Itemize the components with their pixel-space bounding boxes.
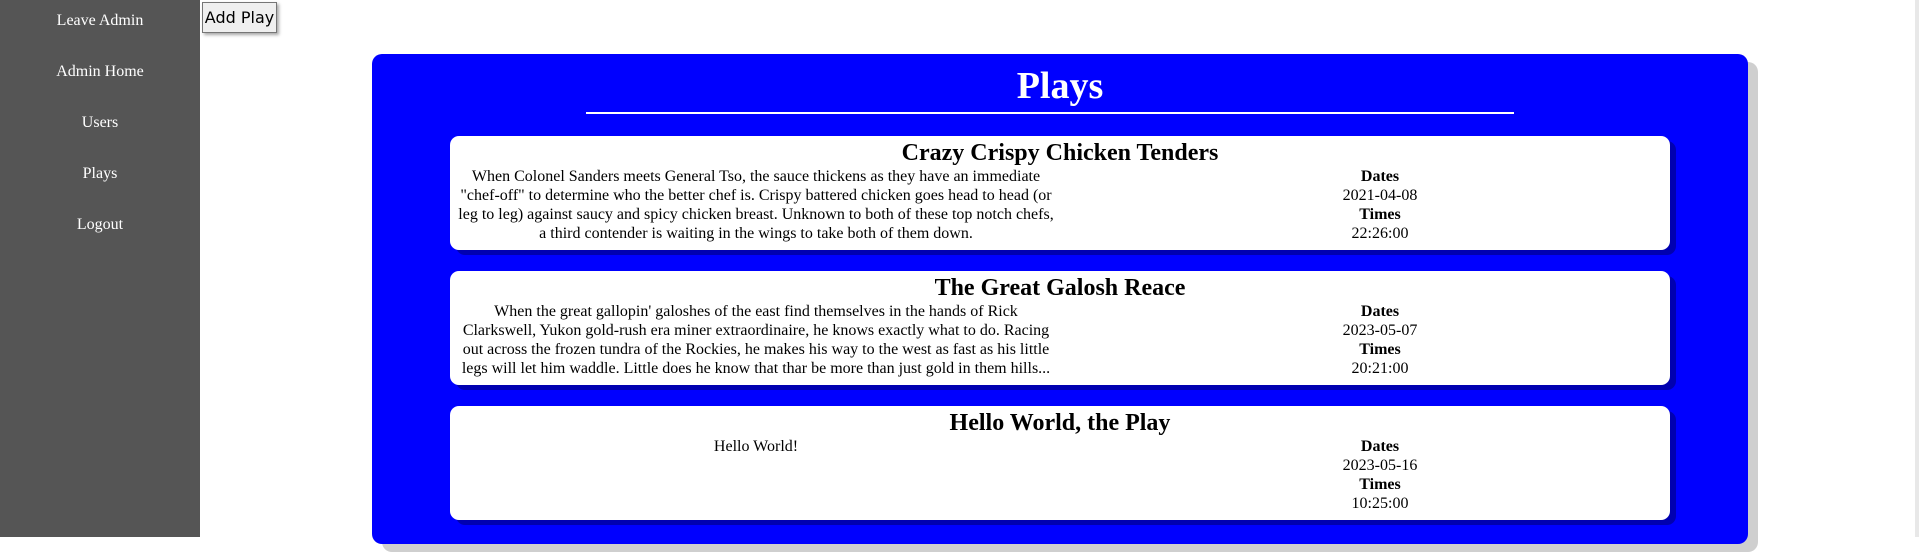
play-time: 10:25:00: [1351, 495, 1409, 512]
play-schedule: Dates 2021-04-08 Times 22:26:00: [1280, 167, 1480, 243]
sidebar-item-users[interactable]: Users: [0, 113, 200, 133]
dates-label: Dates: [1360, 168, 1400, 185]
play-title: Crazy Crispy Chicken Tenders: [901, 140, 1219, 166]
play-date: 2023-05-16: [1342, 457, 1418, 474]
play-date: 2021-04-08: [1342, 187, 1418, 204]
play-description: When the great gallopin' galoshes of the…: [461, 303, 1051, 377]
times-label: Times: [1359, 341, 1401, 358]
title-divider: [586, 112, 1514, 114]
dates-label: Dates: [1360, 438, 1400, 455]
sidebar-item-leave-admin[interactable]: Leave Admin: [0, 11, 200, 31]
play-description: Hello World!: [713, 438, 799, 455]
play-card: Crazy Crispy Chicken Tenders When Colone…: [450, 136, 1670, 250]
play-time: 20:21:00: [1351, 360, 1409, 377]
play-time: 22:26:00: [1351, 225, 1409, 242]
play-date: 2023-05-07: [1342, 322, 1418, 339]
play-card: The Great Galosh Reace When the great ga…: [450, 271, 1670, 385]
sidebar-item-logout[interactable]: Logout: [0, 215, 200, 235]
play-schedule: Dates 2023-05-07 Times 20:21:00: [1280, 302, 1480, 378]
play-card: Hello World, the Play Hello World! Dates…: [450, 406, 1670, 520]
times-label: Times: [1359, 206, 1401, 223]
admin-sidebar: Leave Admin Admin Home Users Plays Logou…: [0, 0, 200, 537]
play-schedule: Dates 2023-05-16 Times 10:25:00: [1280, 437, 1480, 513]
plays-panel: Plays Crazy Crispy Chicken Tenders When …: [372, 54, 1748, 544]
sidebar-item-admin-home[interactable]: Admin Home: [0, 62, 200, 82]
page-title: Plays: [1016, 65, 1104, 107]
play-title: Hello World, the Play: [949, 410, 1171, 436]
sidebar-item-plays[interactable]: Plays: [0, 164, 200, 184]
play-description: When Colonel Sanders meets General Tso, …: [458, 168, 1054, 242]
add-play-button[interactable]: Add Play: [202, 2, 277, 33]
dates-label: Dates: [1360, 303, 1400, 320]
play-title: The Great Galosh Reace: [934, 275, 1186, 301]
times-label: Times: [1359, 476, 1401, 493]
page-scrollbar[interactable]: [1915, 0, 1919, 537]
